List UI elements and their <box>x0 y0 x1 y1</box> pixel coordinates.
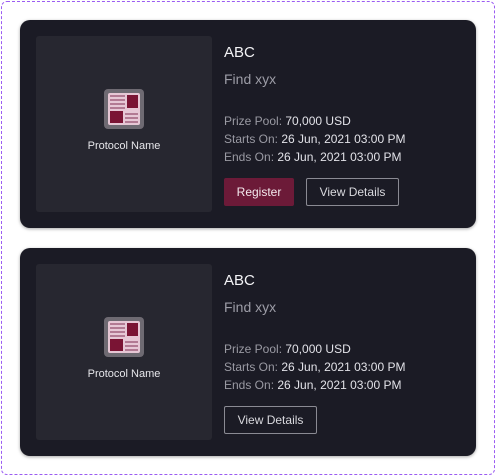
contest-meta: Prize Pool: 70,000 USD Starts On: 26 Jun… <box>224 112 464 166</box>
protocol-name: Protocol Name <box>87 140 161 152</box>
view-details-button[interactable]: View Details <box>224 406 317 434</box>
ends-on-value: 26 Jun, 2021 03:00 PM <box>277 150 402 164</box>
contest-info: ABC Find xyx Prize Pool: 70,000 USD Star… <box>224 272 464 394</box>
ends-on-row: Ends On: 26 Jun, 2021 03:00 PM <box>224 148 464 166</box>
starts-on-label: Starts On: <box>224 360 279 374</box>
ends-on-label: Ends On: <box>224 378 275 392</box>
contest-meta: Prize Pool: 70,000 USD Starts On: 26 Jun… <box>224 340 464 394</box>
contest-title: ABC <box>224 44 255 61</box>
contest-card: Protocol Name ABC Find xyx Prize Pool: 7… <box>20 20 476 228</box>
starts-on-value: 26 Jun, 2021 03:00 PM <box>281 360 406 374</box>
ends-on-row: Ends On: 26 Jun, 2021 03:00 PM <box>224 376 464 394</box>
ends-on-value: 26 Jun, 2021 03:00 PM <box>277 378 402 392</box>
card-actions: View Details <box>224 406 317 434</box>
protocol-logo-icon <box>104 89 144 129</box>
prize-pool-value: 70,000 USD <box>285 114 351 128</box>
prize-pool-label: Prize Pool: <box>224 114 283 128</box>
protocol-logo-icon <box>104 317 144 357</box>
protocol-thumbnail: Protocol Name <box>36 36 212 212</box>
starts-on-value: 26 Jun, 2021 03:00 PM <box>281 132 406 146</box>
card-actions: Register View Details <box>224 178 399 206</box>
prize-pool-row: Prize Pool: 70,000 USD <box>224 340 464 358</box>
contest-subtitle: Find xyx <box>224 71 277 87</box>
register-button[interactable]: Register <box>224 178 294 206</box>
prize-pool-label: Prize Pool: <box>224 342 283 356</box>
prize-pool-row: Prize Pool: 70,000 USD <box>224 112 464 130</box>
contest-title: ABC <box>224 272 255 289</box>
contest-subtitle: Find xyx <box>224 299 277 315</box>
ends-on-label: Ends On: <box>224 150 275 164</box>
view-details-button[interactable]: View Details <box>306 178 399 206</box>
starts-on-row: Starts On: 26 Jun, 2021 03:00 PM <box>224 130 464 148</box>
contest-card: Protocol Name ABC Find xyx Prize Pool: 7… <box>20 248 476 456</box>
prize-pool-value: 70,000 USD <box>285 342 351 356</box>
contest-info: ABC Find xyx Prize Pool: 70,000 USD Star… <box>224 44 464 166</box>
starts-on-row: Starts On: 26 Jun, 2021 03:00 PM <box>224 358 464 376</box>
starts-on-label: Starts On: <box>224 132 279 146</box>
protocol-thumbnail: Protocol Name <box>36 264 212 440</box>
protocol-name: Protocol Name <box>87 368 161 380</box>
